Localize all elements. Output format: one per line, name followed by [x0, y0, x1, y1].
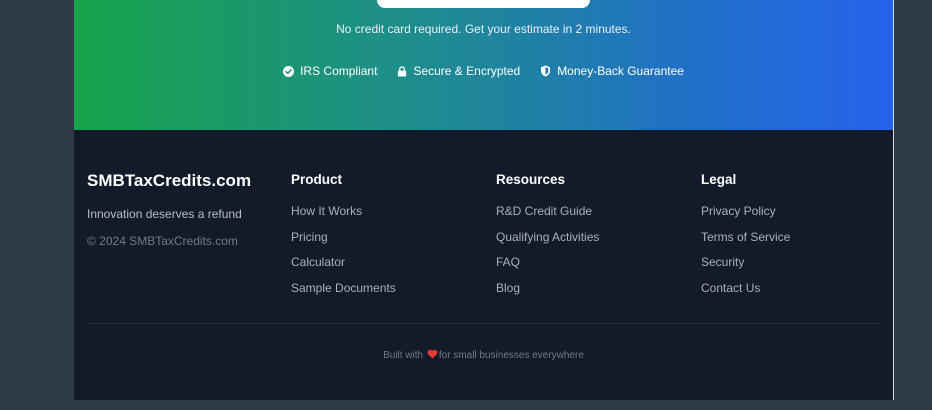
- site-footer: SMBTaxCredits.com Innovation deserves a …: [74, 131, 893, 400]
- trust-badges: IRS Compliant Secure & Encrypted Money-B…: [74, 64, 893, 78]
- footer-link-rd-credit-guide[interactable]: R&D Credit Guide: [496, 204, 599, 230]
- column-title: Legal: [701, 172, 737, 187]
- cta-section: No credit card required. Get your estima…: [74, 0, 893, 130]
- footer-link-blog[interactable]: Blog: [496, 281, 599, 307]
- lock-icon: [397, 65, 407, 77]
- footer-link-security[interactable]: Security: [701, 255, 790, 281]
- built-prefix: Built with: [383, 350, 424, 361]
- heart-icon: [427, 349, 438, 362]
- footer-link-contact-us[interactable]: Contact Us: [701, 281, 790, 307]
- badge-label: Money-Back Guarantee: [557, 64, 684, 78]
- brand-name[interactable]: SMBTaxCredits.com: [87, 171, 251, 191]
- built-with-note: Built with for small businesses everywhe…: [74, 349, 893, 362]
- badge-label: IRS Compliant: [300, 64, 378, 78]
- footer-link-qualifying-activities[interactable]: Qualifying Activities: [496, 230, 599, 256]
- copyright: © 2024 SMBTaxCredits.com: [87, 234, 238, 248]
- footer-column-product: Product How It Works Pricing Calculator …: [291, 172, 396, 307]
- footer-brand: SMBTaxCredits.com Innovation deserves a …: [87, 171, 251, 248]
- footer-link-faq[interactable]: FAQ: [496, 255, 599, 281]
- footer-link-how-it-works[interactable]: How It Works: [291, 204, 396, 230]
- badge-money-back: Money-Back Guarantee: [540, 64, 684, 78]
- get-estimate-button[interactable]: [377, 0, 590, 8]
- badge-irs-compliant: IRS Compliant: [283, 64, 377, 78]
- footer-link-privacy-policy[interactable]: Privacy Policy: [701, 204, 790, 230]
- footer-link-sample-documents[interactable]: Sample Documents: [291, 281, 396, 307]
- column-title: Resources: [496, 172, 566, 187]
- page-frame: No credit card required. Get your estima…: [74, 0, 894, 400]
- footer-divider: [87, 323, 880, 324]
- footer-link-terms-of-service[interactable]: Terms of Service: [701, 230, 790, 256]
- brand-tagline: Innovation deserves a refund: [87, 207, 242, 221]
- footer-column-legal: Legal Privacy Policy Terms of Service Se…: [701, 172, 790, 307]
- cta-note: No credit card required. Get your estima…: [336, 22, 631, 36]
- column-title: Product: [291, 172, 343, 187]
- badge-secure-encrypted: Secure & Encrypted: [397, 64, 520, 78]
- footer-link-calculator[interactable]: Calculator: [291, 255, 396, 281]
- badge-label: Secure & Encrypted: [413, 64, 521, 78]
- shield-icon: [540, 65, 551, 77]
- footer-column-resources: Resources R&D Credit Guide Qualifying Ac…: [496, 172, 599, 307]
- check-circle-icon: [283, 65, 295, 77]
- footer-link-pricing[interactable]: Pricing: [291, 230, 396, 256]
- built-suffix: for small businesses everywhere: [438, 350, 584, 361]
